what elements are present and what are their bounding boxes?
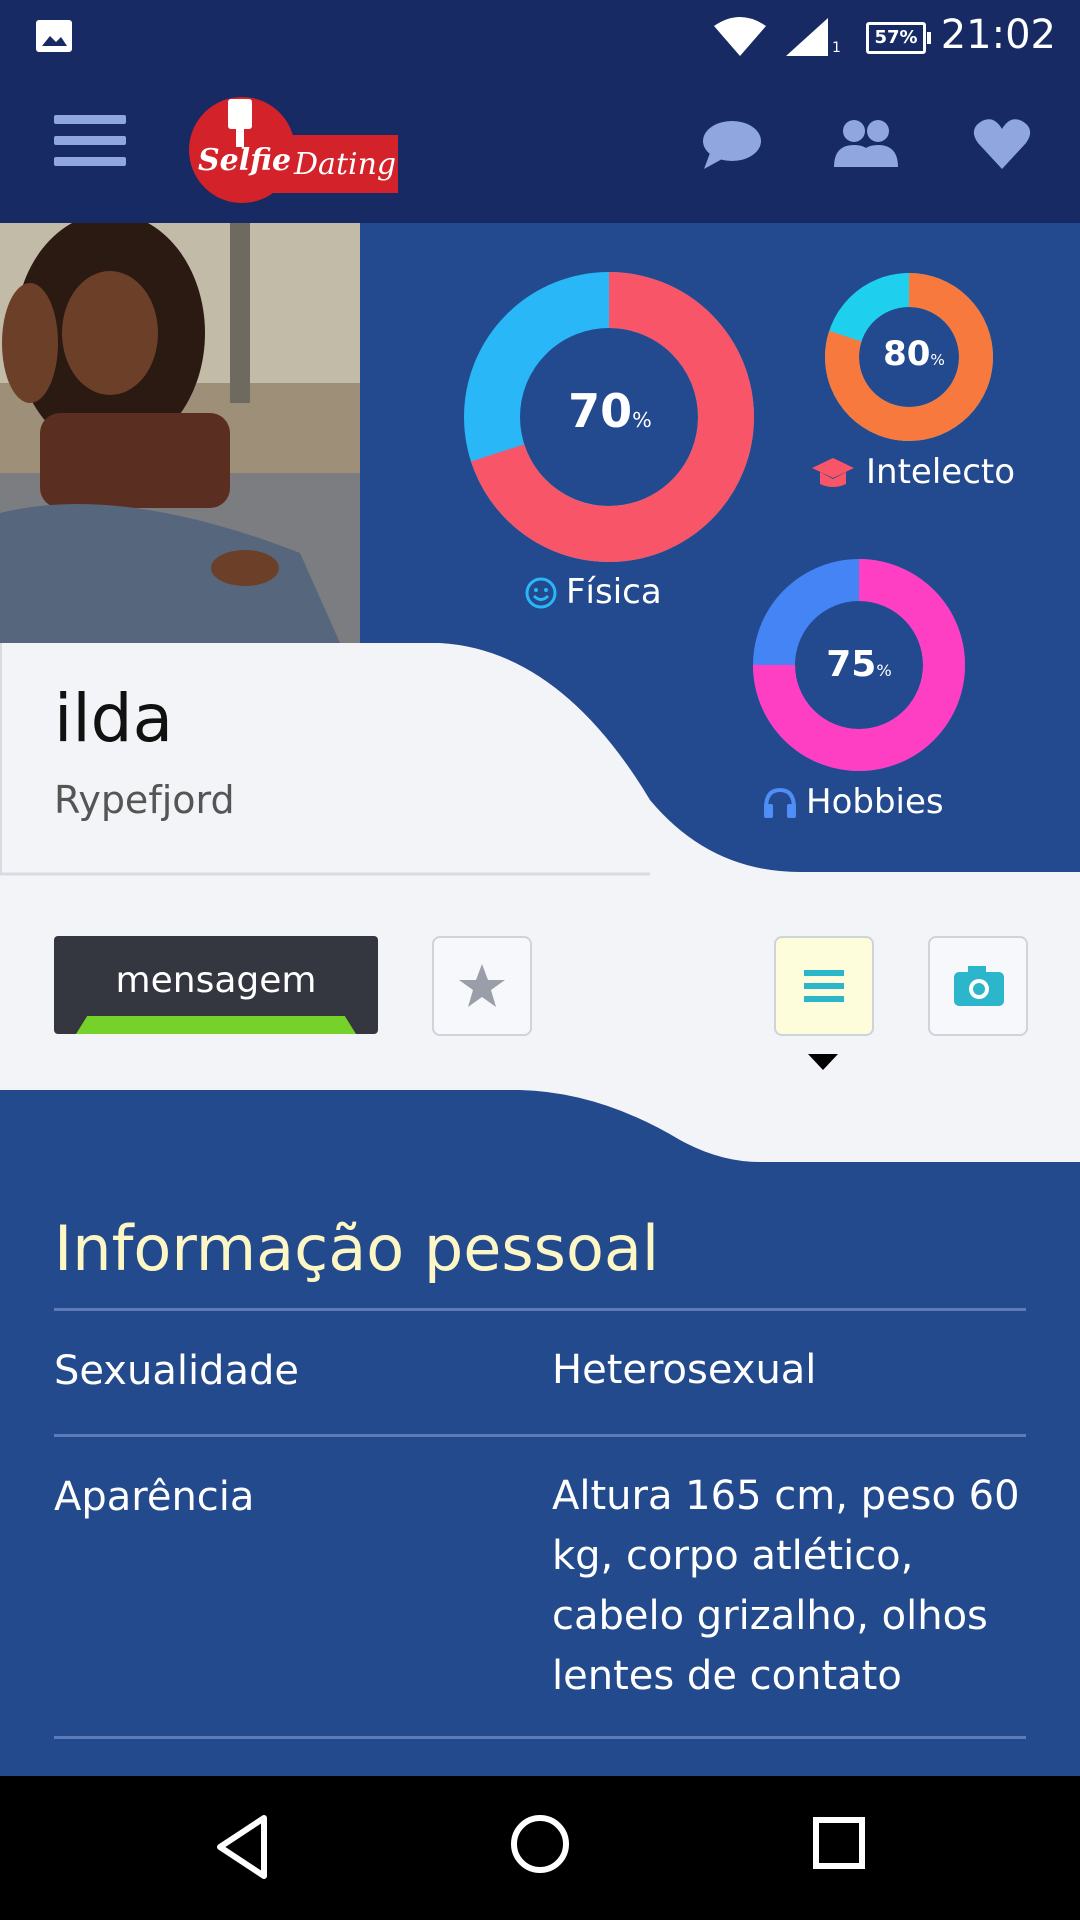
camera-button[interactable]: [928, 936, 1028, 1036]
intelecto-text: Intelecto: [866, 452, 1016, 492]
back-icon[interactable]: [212, 1812, 272, 1882]
star-icon: [459, 964, 505, 1007]
donut-hobbies-label: 75%: [826, 644, 892, 685]
favorite-button[interactable]: [432, 936, 532, 1036]
hobbies-text: Hobbies: [806, 782, 944, 822]
status-bar: 1 57% 21:02: [0, 0, 1080, 75]
info-label-appearance: Aparência: [54, 1474, 255, 1520]
list-icon: [804, 970, 844, 1002]
divider: [54, 1308, 1026, 1311]
profile-name: ilda: [54, 680, 174, 757]
smile-icon: [525, 577, 557, 609]
system-nav-bar: [0, 1776, 1080, 1920]
donut-intelecto-label: 80%: [883, 334, 945, 374]
profile-city: Rypefjord: [54, 778, 235, 822]
info-label-sexuality: Sexualidade: [54, 1348, 299, 1394]
message-button[interactable]: mensagem: [54, 936, 378, 1034]
message-button-label: mensagem: [115, 960, 317, 1001]
menu-icon[interactable]: [44, 105, 136, 185]
group-icon[interactable]: [832, 117, 900, 173]
logo-text-dating: Dating: [294, 147, 397, 182]
status-time: 21:02: [940, 12, 1056, 58]
info-value-appearance: Altura 165 cm, peso 60 kg, corpo atlétic…: [552, 1473, 1020, 1699]
wifi-icon: [714, 17, 766, 56]
divider: [54, 1736, 1026, 1739]
signal-sub: 1: [832, 40, 841, 56]
gallery-icon: [36, 20, 72, 52]
chat-icon[interactable]: [700, 117, 764, 173]
signal-icon: [786, 18, 828, 56]
section-title: Informação pessoal: [54, 1212, 660, 1285]
heart-icon[interactable]: [972, 115, 1032, 171]
message-button-accent: [76, 1016, 356, 1034]
app-logo: Selfie Dating: [180, 95, 400, 205]
battery-icon: 57%: [866, 22, 931, 54]
menu-list-button[interactable]: [774, 936, 874, 1036]
headphones-icon: [764, 787, 796, 818]
home-icon[interactable]: [508, 1812, 572, 1876]
donut-fisica-label: 70%: [568, 384, 652, 438]
fisica-text: Física: [566, 572, 662, 612]
profile-photo[interactable]: [0, 223, 360, 643]
dropdown-arrow-icon: [808, 1054, 838, 1070]
graduation-cap-icon: [812, 458, 854, 487]
info-value-sexuality: Heterosexual: [552, 1347, 817, 1393]
camera-icon: [954, 966, 1004, 1006]
divider: [54, 1434, 1026, 1437]
logo-text-selfie: Selfie: [198, 143, 292, 178]
app-bar: [0, 75, 1080, 223]
recents-icon[interactable]: [810, 1814, 870, 1874]
